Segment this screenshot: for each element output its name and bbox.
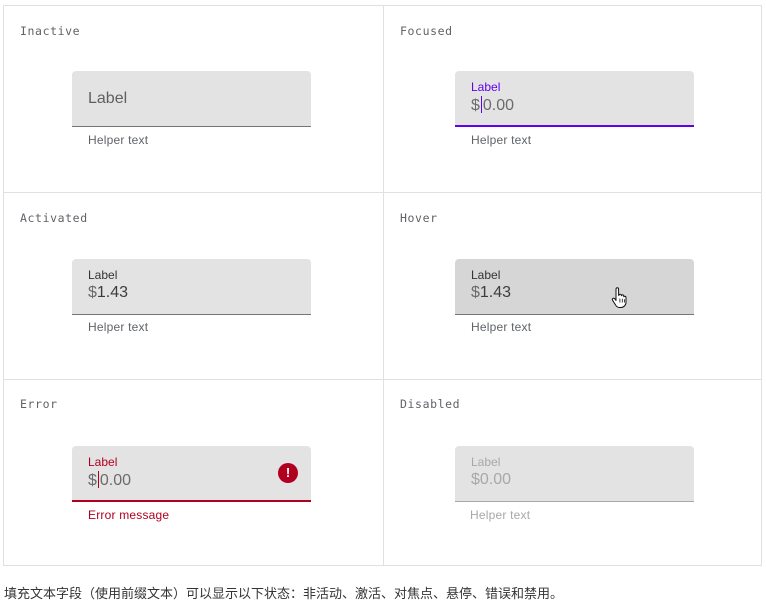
error-cell: Error Label $0.00 ! Error message [4,380,383,566]
text-caret [97,471,99,488]
disabled-text-field: Label $0.00 [455,446,694,502]
error-text-field[interactable]: Label $0.00 ! [72,446,311,502]
field-label: Label [88,455,118,469]
value-text: 1.43 [479,284,512,301]
field-value: $0.00 [471,471,511,489]
prefix-text: $ [88,284,97,301]
error-icon: ! [278,463,298,483]
field-underline [455,125,694,127]
hover-cell: Hover Label $1.43 Helper text [384,193,762,379]
field-label: Label [471,455,501,469]
figure-caption: 填充文本字段（使用前缀文本）可以显示以下状态：非活动、激活、对焦点、悬停、错误和… [4,586,564,601]
helper-text: Helper text [471,320,532,334]
state-title-inactive: Inactive [20,24,81,38]
helper-text: Helper text [471,133,532,147]
state-title-error: Error [20,397,58,411]
inactive-text-field[interactable]: Label [72,71,311,127]
activated-text-field[interactable]: Label $1.43 [72,259,311,315]
state-title-focused: Focused [400,24,453,38]
field-value: $1.43 [88,284,128,302]
field-label: Label [471,80,501,94]
field-label: Label [88,90,128,107]
field-underline [72,314,311,315]
field-value: $1.43 [471,284,511,302]
value-text: 0.00 [479,471,512,488]
prefix-text: $ [88,472,97,489]
field-value: $0.00 [471,96,514,115]
value-text: 0.00 [99,472,132,489]
prefix-text: $ [471,97,480,114]
value-text: 1.43 [96,284,129,301]
field-underline [455,501,694,502]
field-underline [72,126,311,127]
helper-text: Helper text [470,508,531,522]
prefix-text: $ [471,471,480,488]
inactive-cell: Inactive Label Helper text [4,6,383,192]
hand-pointer-icon [611,287,627,308]
hover-text-field[interactable]: Label $1.43 [455,259,694,315]
field-underline [72,500,311,502]
field-label: Label [88,268,118,282]
state-title-activated: Activated [20,211,88,225]
field-underline [455,314,694,315]
state-title-hover: Hover [400,211,438,225]
field-label: Label [471,268,501,282]
state-title-disabled: Disabled [400,397,461,411]
states-grid: Inactive Label Helper text Focused Label… [3,5,762,566]
error-message: Error message [88,508,170,522]
prefix-text: $ [471,284,480,301]
value-text: 0.00 [482,97,515,114]
field-value: $0.00 [88,471,131,490]
helper-text: Helper text [88,133,149,147]
focused-text-field[interactable]: Label $0.00 [455,71,694,127]
activated-cell: Activated Label $1.43 Helper text [4,193,383,379]
focused-cell: Focused Label $0.00 Helper text [384,6,762,192]
helper-text: Helper text [88,320,149,334]
text-caret [480,96,482,113]
disabled-cell: Disabled Label $0.00 Helper text [384,380,762,566]
